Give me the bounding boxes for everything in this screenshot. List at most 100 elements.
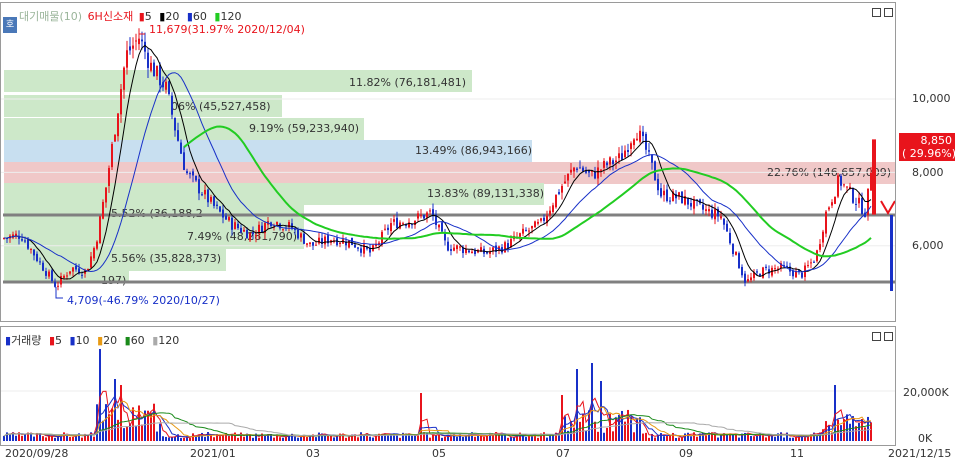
volume-bar <box>720 435 722 441</box>
volume-bar <box>42 436 44 441</box>
candle-body <box>210 196 212 202</box>
volume-bar <box>738 437 740 441</box>
candle-body <box>147 52 149 68</box>
volume-bar <box>228 436 230 441</box>
x-tick-2021-01: 2021/01 <box>190 447 236 460</box>
candle-body <box>282 229 284 231</box>
candle-body <box>90 256 92 268</box>
candle-body <box>294 229 296 231</box>
volume-bar <box>189 437 191 441</box>
volume-bar <box>306 437 308 441</box>
candle-body <box>603 160 605 168</box>
candle-body <box>726 223 728 232</box>
volume-bar <box>774 436 776 441</box>
candle-body <box>438 224 440 228</box>
side-tab-button[interactable]: 호 <box>3 17 17 33</box>
candle-body <box>582 167 584 172</box>
candle-body <box>756 271 758 273</box>
volume-bar <box>297 437 299 441</box>
candle-body <box>240 227 242 233</box>
candle-body <box>96 241 98 249</box>
volume-bar <box>675 437 677 441</box>
volume-bar <box>258 437 260 441</box>
candle-body <box>33 249 35 256</box>
candle-body <box>429 210 431 212</box>
volume-bar <box>345 437 347 441</box>
volume-maximize-icon[interactable] <box>872 332 881 341</box>
stock-chart-window: 11.82% (76,181,481) 06% (45,527,458) 9.19%… <box>0 0 957 461</box>
candle-body <box>843 184 845 186</box>
candle-body <box>555 194 557 208</box>
candle-body <box>447 241 449 251</box>
candle-body <box>693 199 695 209</box>
candle-body <box>213 196 215 206</box>
candle-body <box>417 213 419 219</box>
candle-body <box>828 207 830 210</box>
candle-body <box>318 237 320 244</box>
vol-tick-0k: 0K <box>918 432 933 445</box>
candle-body <box>774 268 776 270</box>
volume-bar <box>804 437 806 441</box>
candle-body <box>105 187 107 203</box>
volume-bar <box>333 437 335 441</box>
volume-bar <box>645 432 647 441</box>
volume-bar <box>324 435 326 441</box>
candle-body <box>297 229 299 239</box>
volume-bar <box>243 436 245 441</box>
volume-bar <box>264 435 266 441</box>
candle-body <box>456 245 458 250</box>
close-icon[interactable] <box>884 8 893 17</box>
volume-bar <box>441 437 443 441</box>
volume-bar <box>135 425 137 441</box>
candle-body <box>453 247 455 251</box>
candle-body <box>174 117 176 131</box>
candle-body <box>612 160 614 164</box>
volume-band-4 <box>4 162 895 184</box>
volume-band-label-2: 9.19% (59,233,940) <box>249 122 359 135</box>
volume-bar <box>837 419 839 441</box>
candle-body <box>234 222 236 230</box>
volume-bar <box>573 427 575 441</box>
maximize-icon[interactable] <box>872 8 881 17</box>
candle-body <box>549 210 551 216</box>
candle-body <box>822 231 824 243</box>
candle-body <box>261 225 263 233</box>
candle-body <box>153 62 155 77</box>
candle-body <box>522 228 524 234</box>
candle-body <box>723 218 725 225</box>
candle-body <box>360 248 362 253</box>
candle-body <box>171 95 173 115</box>
candle-body <box>72 267 74 272</box>
candle-body <box>81 274 83 276</box>
volume-bar <box>429 437 431 441</box>
candle-body <box>42 262 44 271</box>
volume-bar <box>474 436 476 441</box>
volume-bar <box>165 436 167 441</box>
candle-body <box>357 247 359 249</box>
volume-pane[interactable]: ▮거래량 ▮5 ▮10 ▮20 ▮60 ▮120 <box>0 326 896 446</box>
volume-bar <box>594 421 596 441</box>
volume-bar <box>45 437 47 441</box>
candle-body <box>126 50 128 68</box>
legend-ma120: ▮120 <box>214 10 242 23</box>
volume-bar <box>81 437 83 441</box>
candle-body <box>159 64 161 86</box>
volume-bar <box>864 427 866 441</box>
volume-bar <box>687 432 689 441</box>
volume-close-icon[interactable] <box>884 332 893 341</box>
candle-body <box>63 275 65 278</box>
volume-bar <box>348 436 350 441</box>
volume-bar <box>798 437 800 441</box>
candle-body <box>702 204 704 210</box>
volume-bar <box>252 437 254 441</box>
volume-bar <box>633 432 635 441</box>
volume-bar <box>141 424 143 441</box>
candle-body <box>156 65 158 77</box>
candle-body <box>567 173 569 181</box>
candle-body <box>642 131 644 137</box>
volume-band-label-8: 5.56% (35,828,373) <box>111 252 221 265</box>
volume-bar <box>168 437 170 441</box>
price-pane[interactable]: 11.82% (76,181,481) 06% (45,527,458) 9.19%… <box>0 2 896 322</box>
candle-body <box>618 153 620 159</box>
candle-body <box>507 243 509 249</box>
